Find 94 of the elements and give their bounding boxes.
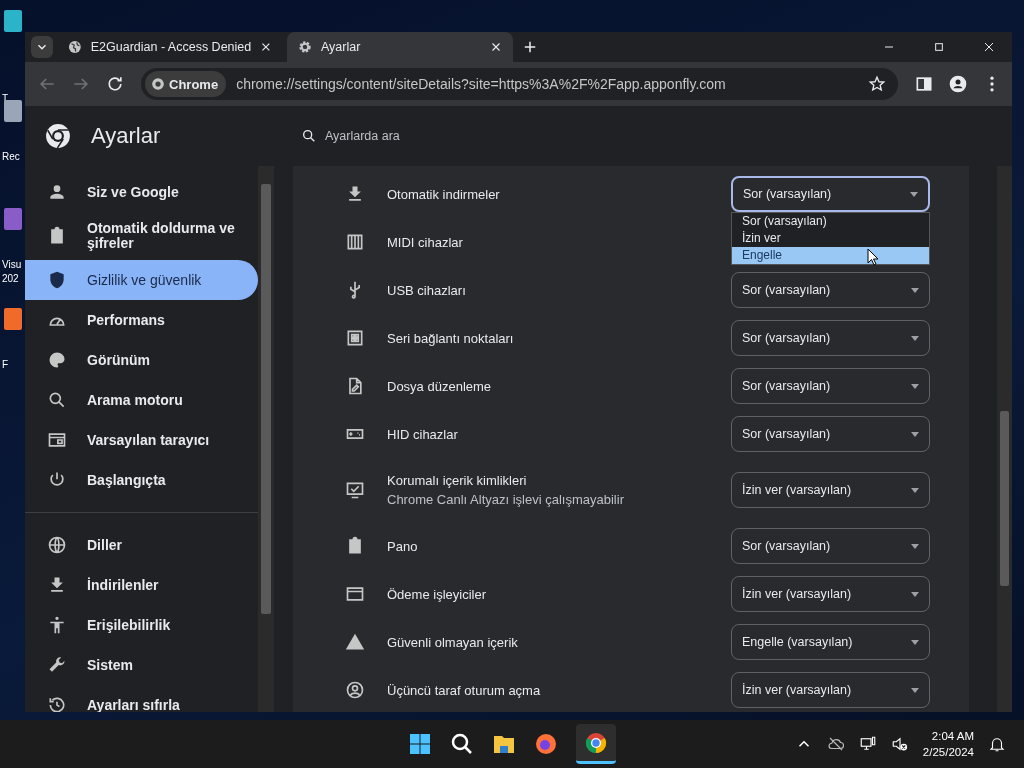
browser-tab[interactable]: Ayarlar — [287, 32, 513, 62]
warning-icon — [345, 632, 365, 652]
side-panel-icon[interactable] — [914, 74, 934, 94]
taskbar-app-button[interactable] — [576, 724, 616, 764]
permission-select[interactable]: Sor (varsayılan) — [731, 528, 930, 564]
caret-icon — [911, 287, 919, 293]
profile-icon[interactable] — [948, 74, 968, 94]
permission-select[interactable]: İzin ver (varsayılan) — [731, 472, 930, 508]
permission-label: Dosya düzenleme — [387, 378, 493, 394]
caret-icon — [911, 591, 919, 597]
scrollbar[interactable] — [997, 166, 1012, 712]
mouse-cursor-icon — [867, 248, 879, 266]
palette-icon — [47, 350, 67, 370]
sidebar-item[interactable]: Performans — [25, 300, 258, 340]
permission-label: Ödeme işleyiciler — [387, 586, 487, 602]
piano-icon — [345, 232, 365, 252]
sidebar-item[interactable]: İndirilenler — [25, 565, 258, 605]
search-icon[interactable] — [450, 732, 474, 756]
permission-select[interactable]: İzin ver (varsayılan) — [731, 672, 930, 708]
caret-icon — [910, 191, 918, 197]
permission-label: Seri bağlantı noktaları — [387, 330, 515, 346]
tab-search-button[interactable] — [31, 36, 53, 58]
search-icon — [47, 390, 67, 410]
person-icon — [47, 182, 67, 202]
sidebar-item[interactable]: Erişilebilirlik — [25, 605, 258, 645]
caret-icon — [911, 487, 919, 493]
desktop-icon-label: F — [1, 358, 10, 372]
permission-label: USB cihazları — [387, 282, 467, 298]
permission-select[interactable]: İzin ver (varsayılan) — [731, 576, 930, 612]
caret-icon — [911, 543, 919, 549]
browser-tab[interactable]: E2Guardian - Access Denied — [57, 32, 283, 62]
permission-label: Pano — [387, 538, 419, 554]
caret-icon — [911, 687, 919, 693]
settings-icon — [297, 39, 313, 55]
permission-label: Korumalı içerik kimlikleri — [387, 473, 528, 488]
time-text: 2:04 AM — [931, 729, 974, 744]
permission-label: Otomatik indirmeler — [387, 186, 501, 202]
search-icon — [301, 128, 317, 144]
search-field[interactable]: Ayarlarda ara — [323, 128, 627, 144]
sidebar-item[interactable]: Arama motoru — [25, 380, 258, 420]
sidebar-item[interactable]: Siz ve Google — [25, 172, 258, 212]
bookmark-star-icon[interactable] — [868, 75, 886, 93]
browser-icon — [47, 430, 67, 450]
permission-select[interactable]: Engelle (varsayılan) — [731, 624, 930, 660]
permission-select[interactable]: Sor (varsayılan) — [731, 272, 930, 308]
permission-description: Chrome Canlı Altyazı işlevi çalışmayabilir — [387, 492, 625, 507]
network-icon[interactable] — [858, 735, 877, 753]
sidebar-item[interactable]: Görünüm — [25, 340, 258, 380]
card-icon — [345, 584, 365, 604]
globe-icon — [67, 39, 83, 55]
address-bar[interactable]: Chrome chrome://settings/content/siteDetails?site=https%3A%2F%2Fapp.apponfly.com — [141, 68, 898, 100]
permission-label: Üçüncü taraf oturum açma — [387, 682, 542, 698]
firefox-logo-icon[interactable] — [534, 732, 558, 756]
permission-select[interactable]: Sor (varsayılan) — [731, 368, 930, 404]
permission-label: Güvenli olmayan içerik — [387, 634, 519, 650]
globe-icon — [47, 535, 67, 555]
caret-icon — [911, 431, 919, 437]
chrome-chip[interactable]: Chrome — [145, 71, 227, 97]
permission-label: MIDI cihazlar — [387, 234, 464, 250]
serial-icon — [345, 328, 365, 348]
shield-icon — [47, 270, 67, 290]
permission-select[interactable]: Sor (varsayılan) — [731, 416, 930, 452]
desktop-icon-label: Visu 202 — [1, 258, 23, 286]
monitor-icon — [345, 480, 365, 500]
desktop-icon-label: Rec — [1, 150, 21, 164]
sidebar-item[interactable]: Ayarları sıfırla — [25, 685, 258, 712]
sidebar-item[interactable]: Başlangıçta — [25, 460, 258, 500]
scrollbar[interactable] — [258, 166, 274, 712]
dropdown-option[interactable]: Sor (varsayılan) — [732, 213, 929, 230]
settings-title: Ayarlar — [91, 123, 161, 149]
url-text: chrome://settings/content/siteDetails?site=https%3A%2F%2Fapp.apponfly.com — [236, 76, 727, 92]
clock[interactable]: 2:04 AM 2/25/2024 — [922, 728, 974, 760]
dropdown-option[interactable]: İzin ver — [732, 230, 929, 247]
permission-select[interactable]: Sor (varsayılan) — [731, 176, 930, 212]
history-icon — [47, 695, 67, 712]
sidebar-item[interactable]: Sistem — [25, 645, 258, 685]
dropdown-option[interactable]: Engelle — [732, 247, 929, 264]
accessibility-icon — [47, 615, 67, 635]
reload-icon[interactable] — [105, 74, 125, 94]
sidebar-item[interactable]: Otomatik doldurma ve şifreler — [25, 212, 258, 260]
caret-icon — [911, 383, 919, 389]
sidebar-item[interactable]: Diller — [25, 525, 258, 565]
start-icon[interactable] — [408, 732, 432, 756]
bell-icon[interactable] — [988, 735, 1006, 753]
speaker-muted-icon[interactable] — [890, 735, 909, 753]
permission-select[interactable]: Sor (varsayılan) — [731, 320, 930, 356]
date-text: 2/25/2024 — [922, 745, 974, 760]
caret-icon — [911, 335, 919, 341]
sidebar-item[interactable]: Varsayılan tarayıcı — [25, 420, 258, 460]
account-icon — [345, 680, 365, 700]
sidebar-item[interactable]: Gizlilik ve güvenlik — [25, 260, 258, 300]
caret-icon — [911, 639, 919, 645]
permission-label: HID cihazlar — [387, 426, 459, 442]
cloud-off-icon[interactable] — [826, 735, 845, 753]
